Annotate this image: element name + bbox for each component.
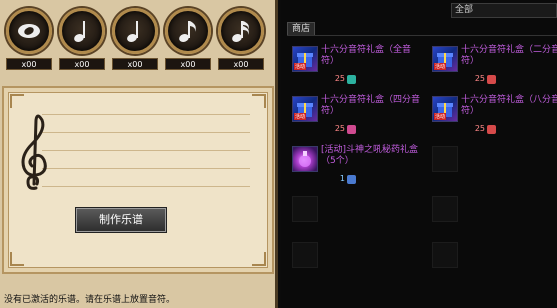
tab-divider xyxy=(287,35,557,36)
currency-icon xyxy=(487,125,496,134)
tab-shop[interactable]: 商店 xyxy=(287,22,315,36)
empty-store-slot xyxy=(427,144,557,194)
music-score-panel: x00 x00 x00 x00 x00 制作乐谱 没有已激活的乐谱。请在乐谱上放… xyxy=(0,0,278,308)
store-item[interactable]: 活动 十六分音符礼盒（全音符） 25 xyxy=(287,44,425,94)
item-name: 十六分音符礼盒（四分音符） xyxy=(321,95,421,116)
store-item[interactable]: 活动 十六分音符礼盒（四分音符） 25 xyxy=(287,94,425,144)
note-button-half[interactable] xyxy=(59,8,105,54)
empty-slot-icon xyxy=(292,242,318,268)
empty-slot-icon xyxy=(432,196,458,222)
store-item[interactable]: 活动 十六分音符礼盒（八分音符） 25 xyxy=(427,94,557,144)
category-filter-select[interactable]: 全部 xyxy=(451,3,557,18)
empty-store-slot xyxy=(287,194,425,244)
item-quantity: 1 xyxy=(339,174,345,183)
gift-box-icon: 活动 xyxy=(292,96,318,122)
item-name: 十六分音符礼盒（二分音符） xyxy=(461,45,557,66)
item-name: 十六分音符礼盒（全音符） xyxy=(321,45,412,66)
currency-icon xyxy=(347,75,356,84)
frame-corner xyxy=(252,94,266,108)
gift-box-icon: 活动 xyxy=(432,46,458,72)
sixteenth-note-icon xyxy=(232,21,249,42)
currency-icon xyxy=(347,125,356,134)
note-count: x00 xyxy=(165,58,211,70)
quarter-note-icon xyxy=(127,21,138,42)
note-count: x00 xyxy=(112,58,158,70)
empty-store-slot xyxy=(427,240,557,290)
item-name: [活动]斗神之吼秘药礼盒（5个） xyxy=(321,145,419,166)
store-panel: 全部 商店 活动 十六分音符礼盒（全音符） 25 活动 十六分音符礼盒（二分音符… xyxy=(281,0,557,308)
currency-icon xyxy=(487,75,496,84)
staff-line xyxy=(42,150,250,151)
empty-slot-icon xyxy=(292,196,318,222)
item-quantity: 25 xyxy=(334,124,345,133)
whole-note-icon xyxy=(18,24,40,38)
empty-store-slot xyxy=(427,194,557,244)
frame-corner xyxy=(10,252,24,266)
note-count: x00 xyxy=(6,58,52,70)
note-count: x00 xyxy=(218,58,264,70)
note-slot-quarter: x00 xyxy=(112,8,158,76)
staff-line xyxy=(42,132,250,133)
treble-clef-icon xyxy=(21,114,47,190)
event-tag: 活动 xyxy=(294,63,307,70)
note-slot-sixteenth: x00 xyxy=(218,8,264,76)
store-item[interactable]: [活动]斗神之吼秘药礼盒（5个） 1 xyxy=(287,144,425,194)
note-button-quarter[interactable] xyxy=(112,8,158,54)
gift-box-icon: 活动 xyxy=(432,96,458,122)
eighth-note-icon xyxy=(179,21,196,42)
note-button-whole[interactable] xyxy=(6,8,52,54)
score-sheet: 制作乐谱 xyxy=(2,86,274,274)
staff-line xyxy=(42,186,250,187)
note-button-eighth[interactable] xyxy=(165,8,211,54)
staff-line xyxy=(42,168,250,169)
gift-box-icon: 活动 xyxy=(292,46,318,72)
frame-corner xyxy=(252,252,266,266)
event-tag: 活动 xyxy=(294,113,307,120)
item-quantity: 25 xyxy=(334,74,345,83)
note-slot-half: x00 xyxy=(59,8,105,76)
empty-store-slot xyxy=(287,240,425,290)
note-buttons-row: x00 x00 x00 x00 x00 xyxy=(0,0,278,80)
quarter-note-icon xyxy=(74,21,85,42)
note-slot-eighth: x00 xyxy=(165,8,211,76)
event-tag: 活动 xyxy=(434,63,447,70)
store-item[interactable]: 活动 十六分音符礼盒（二分音符） 25 xyxy=(427,44,557,94)
make-score-button[interactable]: 制作乐谱 xyxy=(76,208,166,232)
status-message: 没有已激活的乐谱。请在乐谱上放置音符。 xyxy=(4,295,176,305)
note-button-sixteenth[interactable] xyxy=(218,8,264,54)
note-count: x00 xyxy=(59,58,105,70)
item-name: 十六分音符礼盒（八分音符） xyxy=(461,95,557,116)
staff-line xyxy=(42,114,250,115)
empty-slot-icon xyxy=(432,242,458,268)
note-slot-whole: x00 xyxy=(6,8,52,76)
item-quantity: 25 xyxy=(474,124,485,133)
frame-corner xyxy=(10,94,24,108)
empty-slot-icon xyxy=(432,146,458,172)
item-quantity: 25 xyxy=(474,74,485,83)
potion-box-icon xyxy=(292,146,318,172)
event-tag: 活动 xyxy=(434,113,447,120)
currency-icon xyxy=(347,175,356,184)
